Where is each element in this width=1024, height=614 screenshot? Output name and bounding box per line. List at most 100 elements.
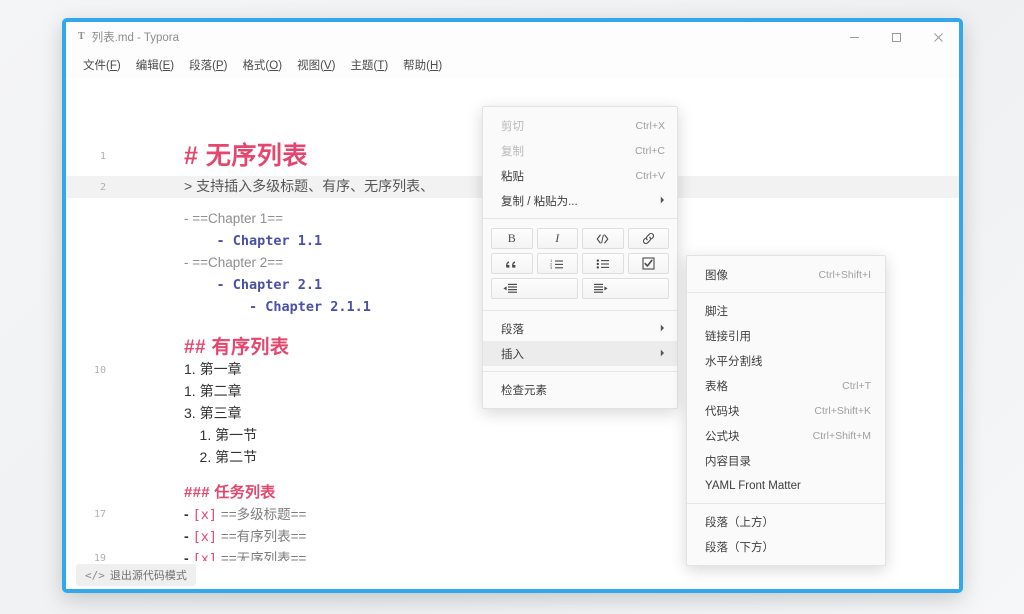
task-checkbox: [x]	[193, 529, 217, 545]
submenu-item[interactable]: 段落（上方）	[687, 509, 885, 534]
line-content: - Chapter 2.1.1	[184, 299, 371, 315]
format-row-3	[491, 278, 669, 299]
submenu-separator	[687, 292, 885, 293]
submenu-item[interactable]: 代码块Ctrl+Shift+K	[687, 398, 885, 423]
menu-label: 文件(F)	[83, 60, 121, 72]
link-icon[interactable]	[628, 228, 670, 249]
context-menu-item: 剪切Ctrl+X	[483, 113, 677, 138]
menu-1[interactable]: 文件(F)	[76, 54, 128, 76]
menu-6[interactable]: 主题(T)	[343, 54, 395, 76]
bold-icon[interactable]: B	[491, 228, 533, 249]
menu-item-label: 图像	[705, 267, 804, 283]
task-label: ==多级标题==	[221, 507, 307, 522]
window-controls	[833, 22, 959, 52]
task-bullet: -	[184, 506, 193, 522]
menu-item-label: 水平分割线	[705, 353, 871, 369]
line-content: 1. 第二章	[184, 383, 242, 399]
menu-item-label: 链接引用	[705, 328, 871, 344]
line-content: ## 有序列表	[184, 337, 289, 358]
line-number: 2	[66, 182, 118, 193]
submenu-separator	[687, 503, 885, 504]
line-content: - ==Chapter 2==	[184, 255, 283, 270]
menu-label: 格式(O)	[242, 60, 282, 72]
context-menu-item[interactable]: 检查元素	[483, 377, 677, 402]
context-menu-separator	[483, 218, 677, 219]
typora-logo-icon: T	[78, 32, 85, 42]
context-menu-item[interactable]: 复制 / 粘贴为...	[483, 188, 677, 213]
task-label: ==有序列表==	[221, 529, 307, 544]
line-content: > 支持插入多级标题、有序、无序列表、	[184, 178, 434, 194]
bullet-list-icon[interactable]	[582, 253, 624, 274]
menu-item-label: 公式块	[705, 428, 799, 444]
inline-code-icon[interactable]	[582, 228, 624, 249]
line-content: - Chapter 2.1	[184, 277, 322, 293]
menu-label: 视图(V)	[297, 60, 335, 72]
line-content: - ==Chapter 1==	[184, 211, 283, 226]
menu-2[interactable]: 编辑(E)	[129, 54, 181, 76]
minimize-icon[interactable]	[833, 22, 875, 52]
menu-item-shortcut: Ctrl+C	[635, 145, 665, 157]
menu-item-label: YAML Front Matter	[705, 480, 871, 492]
line-content: 2. 第二节	[184, 449, 257, 465]
menu-label: 段落(P)	[189, 60, 227, 72]
task-label: ==无序列表==	[221, 551, 307, 561]
line-content: # 无序列表	[184, 142, 308, 170]
context-menu-action-group: 段落插入检查元素	[483, 316, 677, 402]
maximize-icon[interactable]	[875, 22, 917, 52]
menu-mnemonic: T	[377, 60, 384, 72]
format-row-1: B I	[491, 228, 669, 249]
menu-mnemonic: P	[216, 60, 224, 72]
line-number: 10	[66, 365, 118, 376]
task-bullet: -	[184, 550, 193, 561]
line-content: - [x] ==无序列表==	[184, 550, 306, 561]
window-titlebar: T 列表.md - Typora	[66, 22, 959, 52]
line-content: - [x] ==有序列表==	[184, 528, 306, 544]
menu-item-label: 检查元素	[501, 382, 665, 398]
menu-label: 编辑(E)	[136, 60, 174, 72]
context-menu-item[interactable]: 段落	[483, 316, 677, 341]
submenu-item[interactable]: 图像 Ctrl+Shift+I	[687, 262, 885, 287]
ordered-list-icon[interactable]: 123	[537, 253, 579, 274]
menu-item-label: 复制	[501, 143, 621, 159]
outdent-icon[interactable]	[491, 278, 578, 299]
context-menu-item[interactable]: 粘贴Ctrl+V	[483, 163, 677, 188]
menu-mnemonic: O	[269, 60, 278, 72]
close-icon[interactable]	[917, 22, 959, 52]
menu-item-shortcut: Ctrl+Shift+K	[814, 405, 871, 417]
submenu-item[interactable]: YAML Front Matter	[687, 473, 885, 498]
line-content: - [x] ==多级标题==	[184, 506, 306, 522]
menu-item-shortcut: Ctrl+T	[842, 380, 871, 392]
insert-submenu[interactable]: 图像 Ctrl+Shift+I 脚注链接引用水平分割线表格 Ctrl+T 代码块Ctrl…	[686, 255, 886, 566]
menu-mnemonic: E	[163, 60, 171, 72]
menu-4[interactable]: 格式(O)	[235, 54, 289, 76]
menu-5[interactable]: 视图(V)	[290, 54, 342, 76]
menu-item-shortcut: Ctrl+Shift+I	[818, 269, 871, 281]
menu-item-label: 粘贴	[501, 168, 622, 184]
menu-item-label: 剪切	[501, 118, 622, 134]
indent-icon[interactable]	[582, 278, 669, 299]
submenu-item[interactable]: 水平分割线	[687, 348, 885, 373]
blockquote-icon[interactable]	[491, 253, 533, 274]
menu-7[interactable]: 帮助(H)	[396, 54, 449, 76]
submenu-item[interactable]: 段落（下方）	[687, 534, 885, 559]
context-menu-separator-2	[483, 310, 677, 311]
context-menu[interactable]: 剪切Ctrl+X复制Ctrl+C粘贴Ctrl+V复制 / 粘贴为... B I …	[482, 106, 678, 409]
submenu-item[interactable]: 内容目录	[687, 448, 885, 473]
menu-item-label: 复制 / 粘贴为...	[501, 193, 650, 209]
submenu-item[interactable]: 公式块 Ctrl+Shift+M	[687, 423, 885, 448]
line-number: 17	[66, 509, 118, 520]
context-menu-item[interactable]: 插入	[483, 341, 677, 366]
menu-item-label: 段落（下方）	[705, 539, 871, 555]
submenu-item[interactable]: 表格 Ctrl+T	[687, 373, 885, 398]
exit-source-mode-button[interactable]: </> 退出源代码模式	[76, 564, 196, 586]
task-list-icon[interactable]	[628, 253, 670, 274]
line-number: 1	[66, 151, 118, 162]
menu-3[interactable]: 段落(P)	[182, 54, 234, 76]
italic-icon[interactable]: I	[537, 228, 579, 249]
menu-item-shortcut: Ctrl+Shift+M	[813, 430, 871, 442]
exit-source-mode-label: 退出源代码模式	[110, 567, 187, 583]
menu-item-label: 表格	[705, 378, 828, 394]
line-content: - Chapter 1.1	[184, 233, 322, 249]
submenu-item[interactable]: 链接引用	[687, 323, 885, 348]
submenu-item[interactable]: 脚注	[687, 298, 885, 323]
